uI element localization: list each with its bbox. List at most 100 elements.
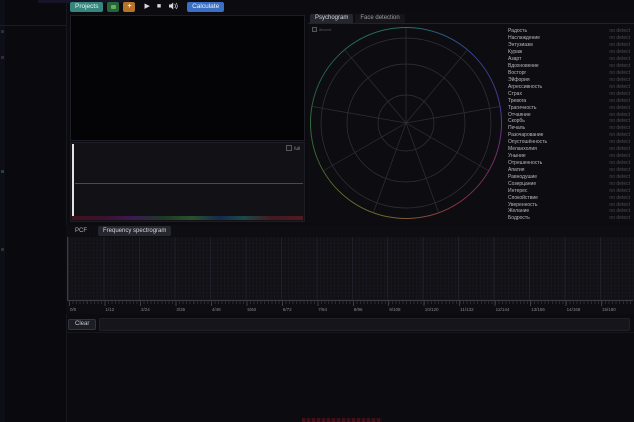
emotion-value: no detect bbox=[609, 174, 630, 180]
tick-label: 12/144 bbox=[496, 307, 510, 312]
emotion-name: Вдохновение bbox=[508, 63, 539, 69]
edge-speck bbox=[1, 56, 4, 59]
emotion-row: Наслаждение no detect bbox=[508, 35, 630, 42]
emotion-value: no detect bbox=[609, 42, 630, 48]
emotion-name: Отрешенность bbox=[508, 160, 542, 166]
stop-button[interactable]: ■ bbox=[157, 2, 161, 12]
folder-icon bbox=[111, 5, 116, 9]
emotion-list: Радость no detect Наслаждение no detect … bbox=[508, 28, 630, 222]
waveform-display[interactable]: full bbox=[70, 142, 305, 222]
emotion-name: Наслаждение bbox=[508, 35, 540, 41]
log-field[interactable] bbox=[99, 318, 630, 331]
emotion-name: Уверенность bbox=[508, 202, 538, 208]
emotion-value: no detect bbox=[609, 63, 630, 69]
open-project-button[interactable] bbox=[107, 2, 119, 12]
tab-frequency-spectrogram[interactable]: Frequency spectrogram bbox=[98, 226, 171, 236]
emotion-value: no detect bbox=[609, 98, 630, 104]
emotion-row: Желание no detect bbox=[508, 208, 630, 215]
full-toggle[interactable]: full bbox=[286, 145, 300, 151]
emotion-row: Апатия no detect bbox=[508, 166, 630, 173]
sidebar-divider bbox=[0, 25, 66, 26]
bottom-status-artifact bbox=[302, 418, 382, 422]
log-row: Clear bbox=[66, 317, 634, 333]
calculate-button[interactable]: Calculate bbox=[187, 2, 224, 12]
volume-button[interactable] bbox=[168, 2, 178, 12]
spectrogram-tabbar: PCF Frequency spectrogram bbox=[66, 225, 634, 237]
emotion-name: Желание bbox=[508, 208, 529, 214]
emotion-name: Разочарование bbox=[508, 132, 543, 138]
psychogram-tabbar: Psychogram Face detection bbox=[308, 12, 634, 24]
emotion-name: Интерес bbox=[508, 188, 527, 194]
emotion-row: Уныние no detect bbox=[508, 153, 630, 160]
tick-label: 10/120 bbox=[425, 307, 439, 312]
checkbox-icon[interactable] bbox=[286, 145, 292, 151]
transport-controls: ▶ ■ bbox=[144, 2, 178, 12]
emotion-row: Азарт no detect bbox=[508, 56, 630, 63]
sidebar-edge-strip bbox=[0, 0, 5, 422]
emotion-row: Скорбь no detect bbox=[508, 118, 630, 125]
emotion-row: Кураж no detect bbox=[508, 49, 630, 56]
tick-label: 14/168 bbox=[567, 307, 581, 312]
emotion-row: Страх no detect bbox=[508, 90, 630, 97]
emotion-name: Агрессивность bbox=[508, 84, 542, 90]
add-button[interactable]: + bbox=[123, 2, 135, 12]
emotion-name: Уныние bbox=[508, 153, 526, 159]
emotion-row: Спокойствие no detect bbox=[508, 194, 630, 201]
emotion-value: no detect bbox=[609, 49, 630, 55]
emotion-value: no detect bbox=[609, 91, 630, 97]
tick-label: 0/0 bbox=[70, 307, 76, 312]
emotion-row: Вдохновение no detect bbox=[508, 63, 630, 70]
emotion-value: no detect bbox=[609, 181, 630, 187]
emotion-row: Эйфория no detect bbox=[508, 76, 630, 83]
emotion-name: Меланхолия bbox=[508, 146, 537, 152]
projects-button[interactable]: Projects bbox=[70, 2, 103, 12]
emotion-row: Отрешенность no detect bbox=[508, 160, 630, 167]
tab-psychogram[interactable]: Psychogram bbox=[310, 14, 353, 23]
emotion-value: no detect bbox=[609, 146, 630, 152]
tab-face-detection[interactable]: Face detection bbox=[355, 14, 404, 23]
psychogram-radar-chart bbox=[310, 27, 502, 219]
ruler-labels: 0/01/122/243/364/485/606/727/848/969/108… bbox=[67, 301, 633, 315]
emotion-value: no detect bbox=[609, 153, 630, 159]
clear-button[interactable]: Clear bbox=[68, 319, 96, 330]
emotion-value: no detect bbox=[609, 215, 630, 221]
emotion-row: Уверенность no detect bbox=[508, 201, 630, 208]
tick-label: 8/96 bbox=[354, 307, 363, 312]
emotion-name: Кураж bbox=[508, 49, 522, 55]
emotion-row: Агрессивность no detect bbox=[508, 83, 630, 90]
tick-label: 15/180 bbox=[602, 307, 616, 312]
tick-label: 13/156 bbox=[531, 307, 545, 312]
emotion-row: Опустошённость no detect bbox=[508, 139, 630, 146]
edge-speck bbox=[1, 248, 4, 251]
emotion-value: no detect bbox=[609, 28, 630, 34]
emotion-name: Апатия bbox=[508, 167, 525, 173]
emotion-row: Бодрость no detect bbox=[508, 215, 630, 222]
emotion-name: Страх bbox=[508, 91, 522, 97]
emotion-value: no detect bbox=[609, 160, 630, 166]
emotion-row: Разочарование no detect bbox=[508, 132, 630, 139]
emotion-name: Радость bbox=[508, 28, 527, 34]
speaker-icon bbox=[168, 2, 178, 10]
emotion-value: no detect bbox=[609, 35, 630, 41]
emotion-value: no detect bbox=[609, 125, 630, 131]
playhead-cursor[interactable] bbox=[72, 144, 74, 220]
waveform-zero-line bbox=[75, 183, 303, 184]
emotion-value: no detect bbox=[609, 84, 630, 90]
emotion-value: no detect bbox=[609, 139, 630, 145]
tick-label: 6/72 bbox=[283, 307, 292, 312]
tab-pcf[interactable]: PCF bbox=[70, 226, 92, 236]
emotion-name: Эйфория bbox=[508, 77, 530, 83]
emotion-name: Тревога bbox=[508, 98, 526, 104]
emotion-value: no detect bbox=[609, 202, 630, 208]
video-display bbox=[70, 15, 305, 141]
spectrogram-grid[interactable] bbox=[67, 237, 634, 300]
emotion-row: Радость no detect bbox=[508, 28, 630, 35]
emotion-name: Восторг bbox=[508, 70, 526, 76]
emotion-value: no detect bbox=[609, 112, 630, 118]
emotion-color-strip bbox=[72, 216, 303, 220]
emotion-row: Энтузиазм no detect bbox=[508, 42, 630, 49]
play-button[interactable]: ▶ bbox=[144, 2, 149, 12]
emotion-name: Отчаяние bbox=[508, 112, 531, 118]
tick-label: 5/60 bbox=[247, 307, 256, 312]
emotion-value: no detect bbox=[609, 118, 630, 124]
